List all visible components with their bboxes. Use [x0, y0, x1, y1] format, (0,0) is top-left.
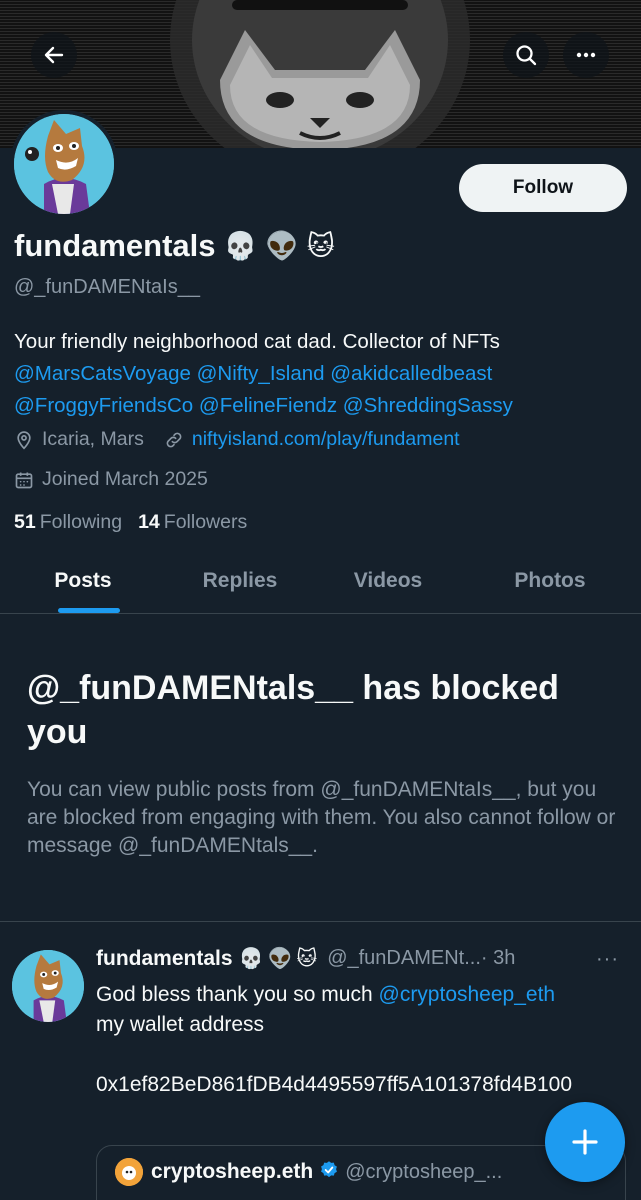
cat-avatar-image [12, 950, 84, 1022]
tweet-timestamp[interactable]: · 3h [481, 947, 515, 970]
profile-handle: @_funDAMENtaIs__ [14, 276, 200, 298]
skull-emoji: 💀 [238, 948, 264, 970]
wallet-address: 0x1ef82BeD861fDB4d4495597ff5A101378fd4B1… [96, 1073, 573, 1096]
alien-emoji: 👽 [265, 230, 299, 261]
bio-mention-froggyfriendsco[interactable]: @FroggyFriendsCo [14, 394, 193, 417]
skull-emoji: 💀 [223, 230, 258, 261]
bio-mention-akidcalledbeast[interactable]: @akidcalledbeast [330, 362, 492, 385]
search-icon [516, 45, 537, 66]
bio-mention-marscatsvoyage[interactable]: @MarsCatsVoyage [14, 362, 191, 385]
follow-button[interactable]: Follow [459, 164, 627, 212]
tweet-author-name[interactable]: fundamentals [96, 947, 233, 971]
tweet-text: God bless thank you so much @cryptosheep… [96, 983, 573, 1096]
bio-mention-shreddingsassy[interactable]: @ShreddingSassy [343, 394, 513, 417]
compose-button[interactable] [545, 1102, 625, 1182]
quote-author-name: cryptosheep.eth [151, 1160, 314, 1183]
blocked-description: You can view public posts from @_funDAME… [27, 778, 616, 857]
blocked-title: @_funDAMENtals__ has blocked you [27, 669, 559, 751]
more-options-button[interactable] [563, 32, 609, 78]
followers-link[interactable]: 14 Followers [138, 511, 247, 534]
tab-photos[interactable]: Photos [480, 548, 620, 614]
joined-text: Joined March 2025 [42, 468, 208, 490]
active-tab-indicator [58, 608, 120, 613]
tweet-header: fundamentals 💀 👽 🐱 @_funDAMENt... · 3h [96, 946, 626, 971]
follow-stats: 51 Following 14 Followers [14, 511, 247, 534]
tab-replies[interactable]: Replies [170, 548, 310, 614]
alien-emoji: 👽 [267, 948, 293, 970]
tweet-mention[interactable]: @cryptosheep_eth [379, 983, 556, 1006]
tab-posts[interactable]: Posts [14, 548, 152, 614]
more-icon [576, 52, 596, 58]
bio-mention-nifty-island[interactable]: @Nifty_Island [197, 362, 325, 385]
location-website-row: Icaria, Mars niftyisland.com/play/fundam… [14, 428, 460, 451]
tab-videos[interactable]: Videos [318, 548, 458, 614]
section-divider [0, 921, 641, 922]
quote-avatar [115, 1158, 143, 1186]
verified-badge-icon [319, 1160, 339, 1185]
bio-text: Your friendly neighborhood cat dad. Coll… [14, 330, 500, 353]
back-arrow-icon [44, 46, 64, 64]
quote-author-handle: @cryptosheep_... [345, 1160, 503, 1183]
joined-row: Joined March 2025 [14, 468, 208, 491]
bio-mention-felinefiendz[interactable]: @FelineFiendz [199, 394, 337, 417]
cat-emoji: 🐱 [306, 230, 335, 261]
tweet-more-button[interactable]: ··· [596, 948, 619, 971]
profile-bio: Your friendly neighborhood cat dad. Coll… [14, 326, 629, 422]
tweet-author-handle[interactable]: @_funDAMENt... [327, 947, 481, 970]
search-button[interactable] [503, 32, 549, 78]
website-link[interactable]: niftyisland.com/play/fundament [192, 428, 460, 451]
back-button[interactable] [31, 32, 77, 78]
profile-avatar[interactable] [10, 110, 118, 218]
plus-icon [572, 1129, 598, 1155]
cat-emoji: 🐱 [296, 948, 318, 970]
cat-avatar-image [14, 114, 114, 214]
calendar-icon [14, 470, 34, 490]
location-pin-icon [14, 430, 34, 450]
profile-tabs: Posts Replies Videos Photos [0, 548, 641, 614]
display-name: fundamentals [14, 228, 216, 263]
tweet-avatar[interactable] [12, 950, 84, 1022]
following-link[interactable]: 51 Following [14, 511, 122, 534]
display-name-row: fundamentals 💀 👽 🐱 [14, 228, 335, 264]
location-text: Icaria, Mars [42, 428, 144, 450]
link-icon [164, 430, 184, 450]
